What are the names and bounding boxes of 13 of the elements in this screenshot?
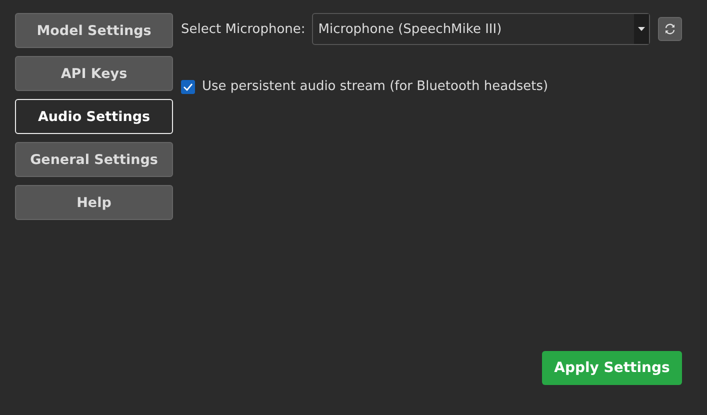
microphone-dropdown[interactable]: Microphone (SpeechMike III) (312, 13, 650, 45)
apply-settings-button[interactable]: Apply Settings (542, 351, 682, 385)
sidebar-tab[interactable]: Model Settings (15, 13, 173, 48)
checkbox[interactable] (181, 80, 195, 94)
refresh-icon (664, 23, 676, 35)
sidebar-tab[interactable]: Help (15, 185, 173, 220)
dropdown-caret-icon (638, 27, 645, 31)
sidebar-tab[interactable]: General Settings (15, 142, 173, 177)
sidebar-tab[interactable]: API Keys (15, 56, 173, 91)
microphone-label: Select Microphone: (181, 22, 306, 36)
refresh-button[interactable] (658, 17, 682, 41)
checkbox-label: Use persistent audio stream (for Bluetooth headsets) (202, 79, 548, 94)
sidebar-tab[interactable]: Audio Settings (15, 99, 173, 134)
